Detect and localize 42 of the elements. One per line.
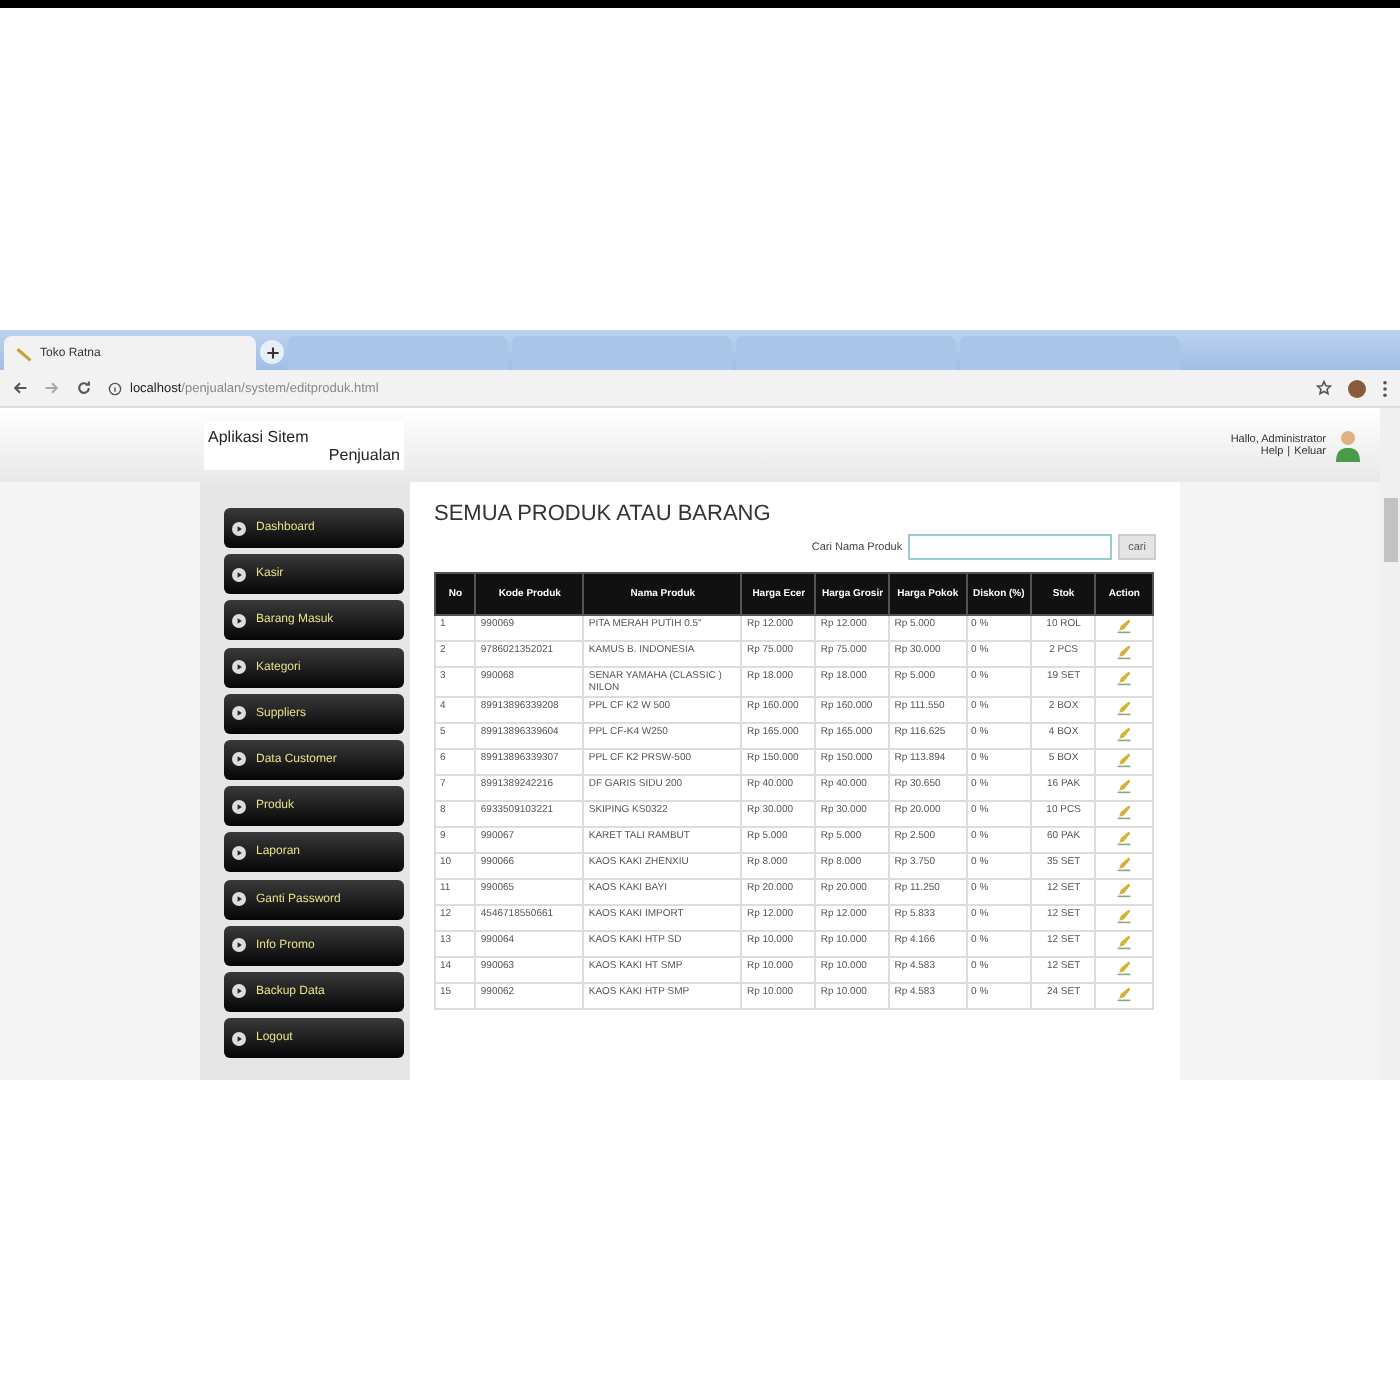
app-logo: Aplikasi Sitem Penjualan xyxy=(204,421,404,469)
search-field[interactable] xyxy=(908,534,1113,560)
edit-icon[interactable] xyxy=(1116,726,1133,742)
arrow-circle-icon xyxy=(232,706,246,721)
new-tab-button[interactable] xyxy=(260,340,284,364)
edit-icon[interactable] xyxy=(1116,960,1133,976)
back-icon[interactable] xyxy=(12,380,28,396)
arrow-circle-icon xyxy=(232,892,246,906)
edit-icon[interactable] xyxy=(1116,908,1133,924)
scrollbar-thumb[interactable] xyxy=(1383,498,1397,562)
more-icon[interactable] xyxy=(1382,379,1388,397)
edit-icon[interactable] xyxy=(1116,644,1133,660)
user-avatar-icon xyxy=(1336,429,1360,461)
edit-icon[interactable] xyxy=(1116,882,1133,898)
arrow-circle-icon xyxy=(232,1031,246,1046)
info-icon xyxy=(108,381,122,395)
edit-icon[interactable] xyxy=(1116,934,1133,950)
plus-icon xyxy=(265,345,279,359)
edit-icon[interactable] xyxy=(1116,856,1133,872)
edit-icon[interactable] xyxy=(1116,986,1133,1002)
edit-icon[interactable] xyxy=(1116,778,1133,794)
edit-icon[interactable] xyxy=(1116,830,1133,846)
arrow-circle-icon xyxy=(232,845,246,860)
edit-icon[interactable] xyxy=(1116,618,1133,634)
forward-icon[interactable] xyxy=(44,380,60,396)
star-icon[interactable] xyxy=(1316,380,1332,396)
arrow-circle-icon xyxy=(232,752,246,767)
arrow-circle-icon xyxy=(232,521,246,535)
arrow-circle-icon xyxy=(232,660,246,675)
edit-icon[interactable] xyxy=(1116,700,1133,716)
arrow-circle-icon xyxy=(232,799,246,814)
arrow-circle-icon xyxy=(232,613,246,628)
arrow-circle-icon xyxy=(232,938,246,953)
arrow-circle-icon xyxy=(232,984,246,999)
page-title: SEMUA PRODUK ATAU BARANG xyxy=(434,502,773,526)
reload-icon[interactable] xyxy=(76,380,92,396)
edit-icon[interactable] xyxy=(1116,670,1133,686)
pencil-icon xyxy=(16,345,32,361)
edit-icon[interactable] xyxy=(1116,804,1133,820)
profile-avatar-icon[interactable] xyxy=(1348,379,1366,397)
edit-icon[interactable] xyxy=(1116,752,1133,768)
arrow-circle-icon xyxy=(232,567,246,582)
